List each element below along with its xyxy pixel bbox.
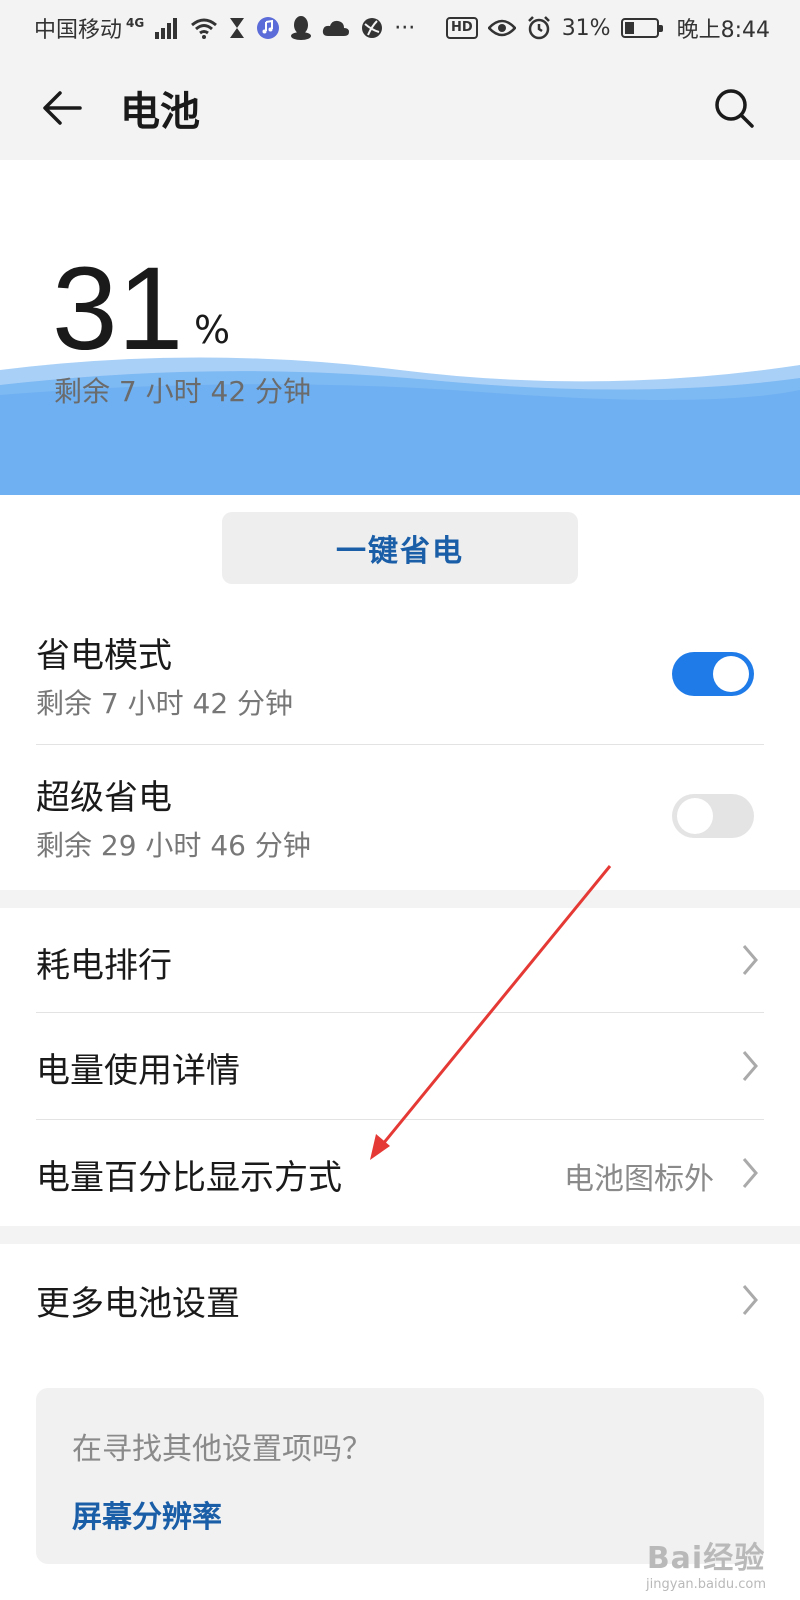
percent-sign: % xyxy=(194,308,231,352)
one-key-save-button[interactable]: 一键省电 xyxy=(222,512,578,584)
search-button[interactable] xyxy=(698,72,770,144)
section-gap xyxy=(0,1226,800,1244)
divider xyxy=(36,744,764,745)
suggestion-link-screen-resolution[interactable]: 屏幕分辨率 xyxy=(72,1492,222,1536)
cloud-icon xyxy=(322,14,350,42)
section-gap xyxy=(0,890,800,908)
network-type: 4G xyxy=(126,16,145,30)
eye-icon xyxy=(487,14,516,42)
page-title: 电池 xyxy=(120,89,200,135)
percent-display-row[interactable]: 电量百分比显示方式 电池图标外 xyxy=(0,1120,800,1226)
chevron-right-icon xyxy=(742,945,758,975)
chevron-right-icon xyxy=(742,1158,758,1188)
battery-percentage: 31 xyxy=(52,243,184,375)
hourglass-icon xyxy=(228,14,246,42)
signal-icon xyxy=(154,14,180,42)
remaining-time: 剩余 7 小时 42 分钟 xyxy=(54,375,312,408)
ultra-saving-subtitle: 剩余 29 小时 46 分钟 xyxy=(36,829,311,862)
power-saving-subtitle: 剩余 7 小时 42 分钟 xyxy=(36,687,294,720)
usage-details-label: 电量使用详情 xyxy=(36,1051,240,1091)
suggestion-question: 在寻找其他设置项吗？ xyxy=(72,1432,372,1467)
ranking-row[interactable]: 耗电排行 xyxy=(0,908,800,1012)
percent-display-label: 电量百分比显示方式 xyxy=(36,1158,342,1198)
toggle-knob xyxy=(677,798,713,834)
battery-percent-text: 31% xyxy=(561,15,611,41)
ultra-saving-toggle[interactable] xyxy=(672,794,754,838)
wifi-icon xyxy=(190,14,218,42)
alarm-icon xyxy=(526,14,552,42)
ultra-saving-row[interactable]: 超级省电 剩余 29 小时 46 分钟 xyxy=(0,752,800,882)
watermark: Bai经验 jingyan.baidu.com xyxy=(646,1533,766,1592)
usage-details-row[interactable]: 电量使用详情 xyxy=(0,1013,800,1119)
power-saving-title: 省电模式 xyxy=(36,636,172,676)
power-saving-toggle[interactable] xyxy=(672,652,754,696)
status-bar-left: 中国移动 4G ··· xyxy=(34,12,415,44)
battery-hero: 31 % 剩余 7 小时 42 分钟 xyxy=(0,160,800,495)
app-bar: 电池 xyxy=(0,56,800,160)
search-icon xyxy=(715,89,754,128)
ranking-label: 耗电排行 xyxy=(36,946,172,986)
status-bar-right: HD 31% 晚上8:44 xyxy=(446,12,770,44)
clock: 晚上8:44 xyxy=(676,18,770,43)
battery-icon xyxy=(620,18,663,38)
back-button[interactable] xyxy=(26,72,98,144)
more-settings-label: 更多电池设置 xyxy=(36,1284,240,1324)
chevron-right-icon xyxy=(742,1051,758,1081)
qq-icon xyxy=(290,14,312,42)
more-notifications-icon: ··· xyxy=(394,15,416,41)
music-app-icon xyxy=(256,14,280,42)
hd-badge: HD xyxy=(446,17,478,39)
more-settings-row[interactable]: 更多电池设置 xyxy=(0,1244,800,1356)
watermark-url: jingyan.baidu.com xyxy=(646,1577,766,1592)
browser-icon xyxy=(360,14,384,42)
chevron-right-icon xyxy=(742,1285,758,1315)
back-arrow-icon xyxy=(43,91,82,125)
percent-display-value: 电池图标外 xyxy=(564,1162,714,1197)
toggle-knob xyxy=(713,656,749,692)
power-saving-row[interactable]: 省电模式 剩余 7 小时 42 分钟 xyxy=(0,610,800,740)
ultra-saving-title: 超级省电 xyxy=(36,778,172,818)
carrier-label: 中国移动 xyxy=(34,18,123,43)
watermark-logo: Bai经验 xyxy=(646,1541,766,1576)
status-bar: 中国移动 4G ··· HD 31% 晚上8:44 xyxy=(0,0,800,56)
